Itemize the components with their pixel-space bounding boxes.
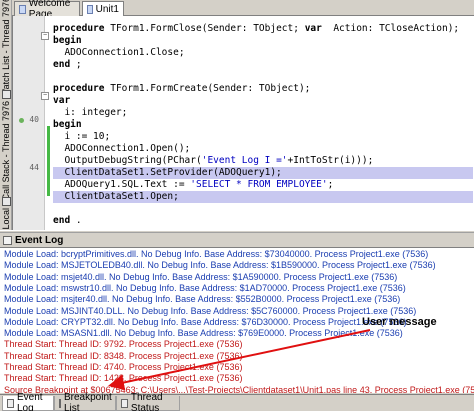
tab-thread-status[interactable]: Thread Status xyxy=(116,392,180,411)
code-line[interactable]: var xyxy=(53,95,473,107)
code-string: 'Event Log I =' xyxy=(201,155,288,166)
code-line[interactable]: ADOQuery1.SQL.Text := 'SELECT * FROM EMP… xyxy=(53,179,473,191)
editor-gutter[interactable]: 40 44 xyxy=(13,16,45,230)
code-line[interactable]: i := 10; xyxy=(53,131,473,143)
tab-breakpoint-list[interactable]: Breakpoint List xyxy=(54,392,116,411)
side-tool-rail: Watch List - Thread 7976 Call Stack - Th… xyxy=(0,0,12,232)
code-text: . xyxy=(75,215,82,226)
code-text: Action: TCloseAction); xyxy=(327,23,460,34)
call-stack-icon xyxy=(1,89,11,99)
code-text: ADOConnection1.Close; xyxy=(53,47,185,58)
watch-list-label: Watch List - Thread 7976 xyxy=(1,0,11,98)
code-keyword: begin xyxy=(53,119,82,130)
code-line[interactable]: ADOConnection1.Close; xyxy=(53,47,473,59)
code-keyword: var xyxy=(53,95,71,106)
code-text: TForm1.FormClose(Sender: TObject; xyxy=(110,23,305,34)
code-editor[interactable]: 40 44 − − procedure TForm1.FormClose(Sen… xyxy=(12,16,474,230)
code-keyword: end xyxy=(53,59,71,70)
line-number-44: 44 xyxy=(29,163,39,172)
code-line[interactable]: begin xyxy=(53,35,473,47)
event-log-row[interactable]: Thread Start: Thread ID: 8348. Process P… xyxy=(0,351,474,362)
local-vars-tab[interactable]: Local xyxy=(0,196,12,230)
code-text: TForm1.FormCreate(Sender: TObject); xyxy=(110,83,311,94)
code-line[interactable] xyxy=(53,71,473,83)
code-string: 'SELECT * FROM EMPLOYEE' xyxy=(190,179,328,190)
local-vars-label: Local xyxy=(1,207,11,230)
event-log-icon xyxy=(3,235,12,245)
annotation-label: User message xyxy=(362,316,437,328)
code-line[interactable]: end . xyxy=(53,215,473,227)
call-stack-label: Call Stack - Thread 7976 xyxy=(1,100,11,201)
tab-event-log-label: Event Log xyxy=(16,392,43,411)
fold-toggle-icon[interactable]: − xyxy=(41,32,49,40)
event-log-row[interactable]: Module Load: msjet40.dll. No Debug Info.… xyxy=(0,272,474,283)
fold-toggle-icon[interactable]: − xyxy=(41,92,49,100)
code-text: ADOConnection1.Open(); xyxy=(53,143,191,154)
modified-lines-bar xyxy=(47,126,50,196)
local-vars-icon xyxy=(1,196,11,206)
code-text: ClientDataSet1.Open; xyxy=(53,191,179,202)
unit-file-icon xyxy=(87,4,93,14)
tab-event-log[interactable]: Event Log xyxy=(2,392,54,411)
code-text: ; xyxy=(327,179,334,190)
code-keyword: end xyxy=(53,215,71,226)
call-stack-tab[interactable]: Call Stack - Thread 7976 xyxy=(0,89,12,200)
code-line[interactable]: OutputDebugString(PChar('Event Log I ='+… xyxy=(53,155,473,167)
event-log-row[interactable]: Module Load: bcryptPrimitives.dll. No De… xyxy=(0,249,474,260)
event-log-row[interactable]: Module Load: msjter40.dll. No Debug Info… xyxy=(0,294,474,305)
code-text: i: integer; xyxy=(53,107,128,118)
event-log-row[interactable]: Module Load: MSJETOLEDB40.dll. No Debug … xyxy=(0,260,474,271)
code-keyword: procedure xyxy=(53,83,105,94)
editor-tab-strip: Welcome Page Unit1 xyxy=(12,0,474,20)
event-log-title: Event Log xyxy=(15,234,64,246)
code-keyword: begin xyxy=(53,35,82,46)
code-line[interactable]: procedure TForm1.FormClose(Sender: TObje… xyxy=(53,23,473,35)
thread-status-icon xyxy=(121,398,128,408)
tab-unit1-label: Unit1 xyxy=(95,3,119,15)
breakpoint-dot-icon[interactable] xyxy=(19,118,24,123)
code-text: ClientDataSet1.SetProvider(ADOQuery1); xyxy=(53,167,282,178)
event-log-tab-icon xyxy=(7,398,14,408)
event-log-row[interactable]: Module Load: MSASN1.dll. No Debug Info. … xyxy=(0,328,474,339)
code-text: ; xyxy=(75,59,82,70)
code-text: i := 10; xyxy=(53,131,111,142)
code-text: ADOQuery1.SQL.Text := xyxy=(53,179,191,190)
code-line[interactable]: ADOConnection1.Open(); xyxy=(53,143,473,155)
code-text: OutputDebugString(PChar( xyxy=(53,155,202,166)
tab-breakpoint-list-label: Breakpoint List xyxy=(64,392,112,411)
code-text: +IntToStr(i))); xyxy=(287,155,374,166)
code-line[interactable]: i: integer; xyxy=(53,107,473,119)
breakpoint-list-icon xyxy=(59,398,61,408)
watch-list-tab[interactable]: Watch List - Thread 7976 xyxy=(0,0,12,98)
code-line[interactable]: ClientDataSet1.Open; xyxy=(53,191,473,203)
event-log-row[interactable]: Module Load: mswstr10.dll. No Debug Info… xyxy=(0,283,474,294)
code-line[interactable]: procedure TForm1.FormCreate(Sender: TObj… xyxy=(53,83,473,95)
tab-thread-status-label: Thread Status xyxy=(130,392,163,411)
line-number-40: 40 xyxy=(29,115,39,124)
event-log-row[interactable]: Thread Start: Thread ID: 4740. Process P… xyxy=(0,362,474,373)
tab-unit1[interactable]: Unit1 xyxy=(82,1,124,16)
code-keyword: procedure xyxy=(53,23,105,34)
code-line[interactable]: ClientDataSet1.SetProvider(ADOQuery1); xyxy=(53,167,473,179)
code-line[interactable]: begin xyxy=(53,119,473,131)
ide-window: Watch List - Thread 7976 Call Stack - Th… xyxy=(0,0,474,411)
event-log-header: Event Log xyxy=(0,233,474,247)
code-line[interactable] xyxy=(53,203,473,215)
code-keyword: var xyxy=(304,23,322,34)
bottom-tab-strip: Event Log Breakpoint List Thread Status xyxy=(0,392,474,411)
tab-welcome-page[interactable]: Welcome Page xyxy=(14,0,80,20)
welcome-page-icon xyxy=(19,4,26,14)
code-line[interactable]: end ; xyxy=(53,59,473,71)
event-log-row[interactable]: Thread Start: Thread ID: 1428. Process P… xyxy=(0,373,474,384)
event-log-row[interactable]: Thread Start: Thread ID: 9792. Process P… xyxy=(0,339,474,350)
